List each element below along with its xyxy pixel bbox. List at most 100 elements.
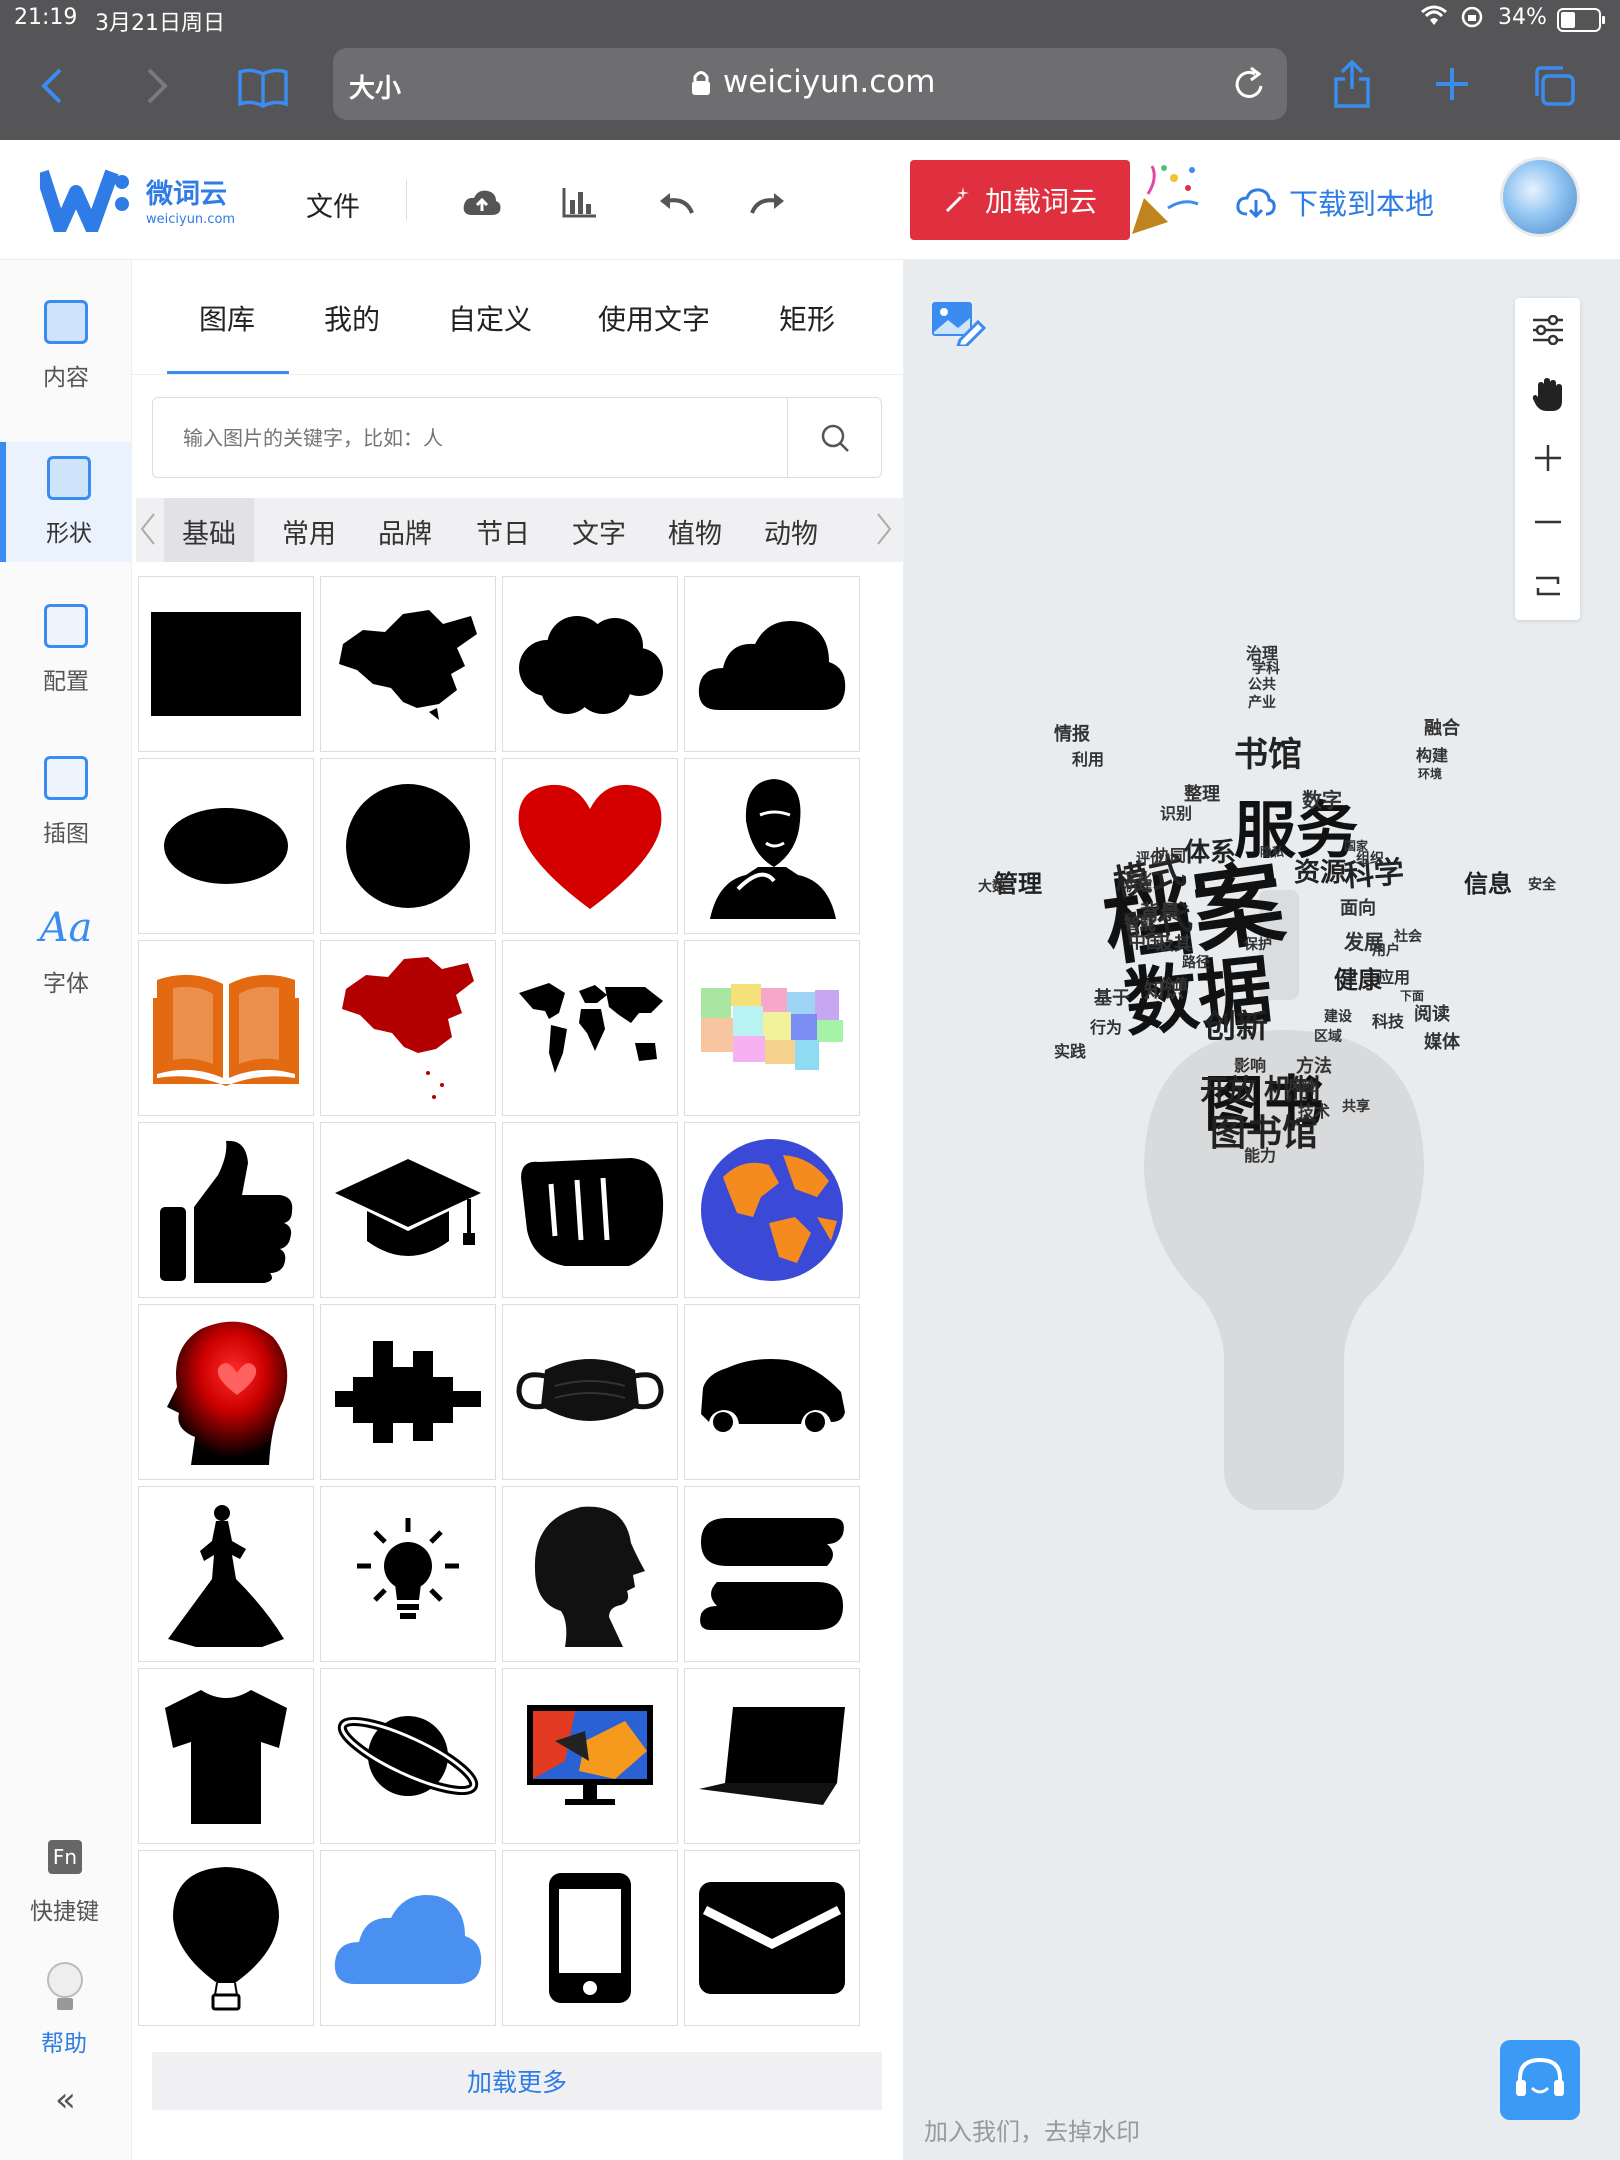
shape-smartphone[interactable] — [502, 1850, 678, 2026]
shape-face-mask[interactable] — [502, 1304, 678, 1480]
bookmarks-icon[interactable] — [235, 62, 291, 112]
wordcloud-word: 隐私 — [1260, 845, 1285, 859]
tab-custom[interactable]: 自定义 — [448, 298, 532, 338]
shape-fist[interactable] — [502, 1122, 678, 1298]
reader-size-button[interactable]: 大小 — [349, 68, 401, 105]
tab-mine[interactable]: 我的 — [324, 298, 380, 338]
search-input[interactable] — [153, 398, 783, 477]
shape-head-red-heart[interactable] — [138, 1304, 314, 1480]
category-basic[interactable]: 基础 — [164, 498, 254, 562]
fit-screen-icon[interactable] — [1515, 554, 1580, 618]
shortcut-label[interactable]: 快捷键 — [30, 1892, 99, 1926]
wordcloud-canvas[interactable]: 档案 数据 服务 图书 书馆 模式 时代 创新 开放 机制 图书馆 管理 信息 科学 资源 健康 体系 发展 背景知… — [904, 260, 1620, 2160]
sidebar-item-illustration[interactable]: 插图 — [0, 742, 132, 862]
zoom-in-icon[interactable] — [1515, 426, 1580, 490]
pan-hand-icon[interactable] — [1515, 362, 1580, 426]
download-local-button[interactable]: 下载到本地 — [1235, 180, 1434, 224]
reload-icon[interactable] — [1233, 66, 1267, 106]
sidebar-item-content[interactable]: 内容 — [0, 286, 132, 406]
shape-china-map[interactable] — [320, 576, 496, 752]
zoom-out-icon[interactable] — [1515, 490, 1580, 554]
shape-princess-dress[interactable] — [138, 1486, 314, 1662]
shape-earth-globe[interactable] — [684, 1122, 860, 1298]
tab-rectangle[interactable]: 矩形 — [779, 298, 835, 338]
shape-circle[interactable] — [320, 758, 496, 934]
shape-t-shirt[interactable] — [138, 1668, 314, 1844]
adjust-sliders-icon[interactable] — [1515, 298, 1580, 362]
category-brand[interactable]: 品牌 — [378, 512, 432, 551]
shape-blue-cloud[interactable] — [320, 1850, 496, 2026]
shape-china-map-red[interactable] — [320, 940, 496, 1116]
wordcloud-word: 面向 — [1340, 898, 1376, 919]
wordcloud-word: 公共 — [1248, 677, 1276, 693]
shape-thumbs-up[interactable] — [138, 1122, 314, 1298]
shape-panel: 图库 我的 自定义 使用文字 矩形 基础 常用 品牌 节日 文字 植物 动物 — [132, 260, 904, 2160]
shape-planet-saturn[interactable] — [320, 1668, 496, 1844]
shape-envelope[interactable] — [684, 1850, 860, 2026]
load-more-button[interactable]: 加载更多 — [152, 2052, 882, 2110]
wordcloud-word: 阅读 — [1414, 1004, 1450, 1025]
shape-cloud-flat[interactable] — [684, 576, 860, 752]
forward-icon[interactable] — [135, 64, 179, 108]
wordcloud-word: 环境 — [1418, 767, 1443, 781]
shape-world-map[interactable] — [502, 940, 678, 1116]
shape-woman-silhouette[interactable] — [502, 1486, 678, 1662]
shape-portrait-man[interactable] — [684, 758, 860, 934]
watermark-link[interactable]: 加入我们，去掉水印 — [924, 2112, 1140, 2147]
shape-laptop[interactable] — [684, 1668, 860, 1844]
collapse-sidebar-icon[interactable]: « — [55, 2080, 76, 2120]
wordcloud-word: 实践 — [1054, 1042, 1087, 1061]
shape-ellipse[interactable] — [138, 758, 314, 934]
search-button[interactable] — [787, 398, 881, 477]
logo[interactable]: 微词云 weiciyun.com — [35, 168, 235, 236]
redo-icon[interactable] — [748, 182, 788, 222]
shape-hot-air-balloon[interactable] — [138, 1850, 314, 2026]
shape-letter-s[interactable] — [684, 1486, 860, 1662]
wordcloud-word: 及其 — [1156, 934, 1192, 955]
sidebar-item-config[interactable]: 配置 — [0, 590, 132, 710]
category-festival[interactable]: 节日 — [476, 512, 530, 551]
shape-graduation-cap[interactable] — [320, 1122, 496, 1298]
shape-heart[interactable] — [502, 758, 678, 934]
sidebar-item-shape[interactable]: 形状 — [0, 442, 132, 562]
category-common[interactable]: 常用 — [282, 512, 336, 551]
category-prev-icon[interactable] — [138, 512, 158, 553]
bar-chart-icon[interactable] — [560, 182, 600, 222]
keyboard-shortcut-icon[interactable]: Fn — [48, 1840, 82, 1874]
category-next-icon[interactable] — [874, 512, 894, 553]
shape-rectangle[interactable] — [138, 576, 314, 752]
url-text: weiciyun.com — [723, 64, 936, 100]
address-bar[interactable]: 大小 weiciyun.com — [333, 48, 1287, 120]
shape-usa-states-map[interactable] — [684, 940, 860, 1116]
sidebar-item-font[interactable]: Aa 字体 — [0, 892, 132, 1012]
shape-puzzle-piece[interactable] — [320, 1304, 496, 1480]
light-bulb-icon[interactable] — [44, 1960, 86, 2020]
cloud-download-icon — [1236, 188, 1276, 218]
tab-gallery[interactable]: 图库 — [199, 298, 255, 338]
load-wordcloud-button[interactable]: 加载词云 — [910, 160, 1130, 240]
customer-service-button[interactable] — [1500, 2040, 1580, 2120]
status-time: 21:19 — [14, 5, 78, 30]
back-icon[interactable] — [30, 64, 74, 108]
sidebar-item-label: 配置 — [43, 669, 89, 695]
cloud-upload-icon[interactable] — [462, 182, 502, 222]
new-tab-icon[interactable] — [1430, 62, 1474, 106]
shape-car[interactable] — [684, 1304, 860, 1480]
wordcloud-word: 利用 — [1072, 750, 1105, 769]
category-plant[interactable]: 植物 — [668, 512, 722, 551]
image-icon — [44, 756, 88, 800]
share-icon[interactable] — [1330, 56, 1374, 112]
shape-cloud-bubbly[interactable] — [502, 576, 678, 752]
shape-open-book[interactable] — [138, 940, 314, 1116]
avatar[interactable] — [1500, 157, 1580, 237]
tab-use-text[interactable]: 使用文字 — [598, 298, 710, 338]
wordcloud-word: 书馆 — [1234, 735, 1302, 775]
tabs-overview-icon[interactable] — [1530, 62, 1578, 110]
shape-monitor[interactable] — [502, 1668, 678, 1844]
category-text[interactable]: 文字 — [572, 512, 626, 551]
help-label[interactable]: 帮助 — [41, 2024, 87, 2058]
undo-icon[interactable] — [656, 182, 696, 222]
shape-light-bulb[interactable] — [320, 1486, 496, 1662]
category-animal[interactable]: 动物 — [764, 512, 818, 551]
file-menu[interactable]: 文件 — [306, 185, 360, 224]
